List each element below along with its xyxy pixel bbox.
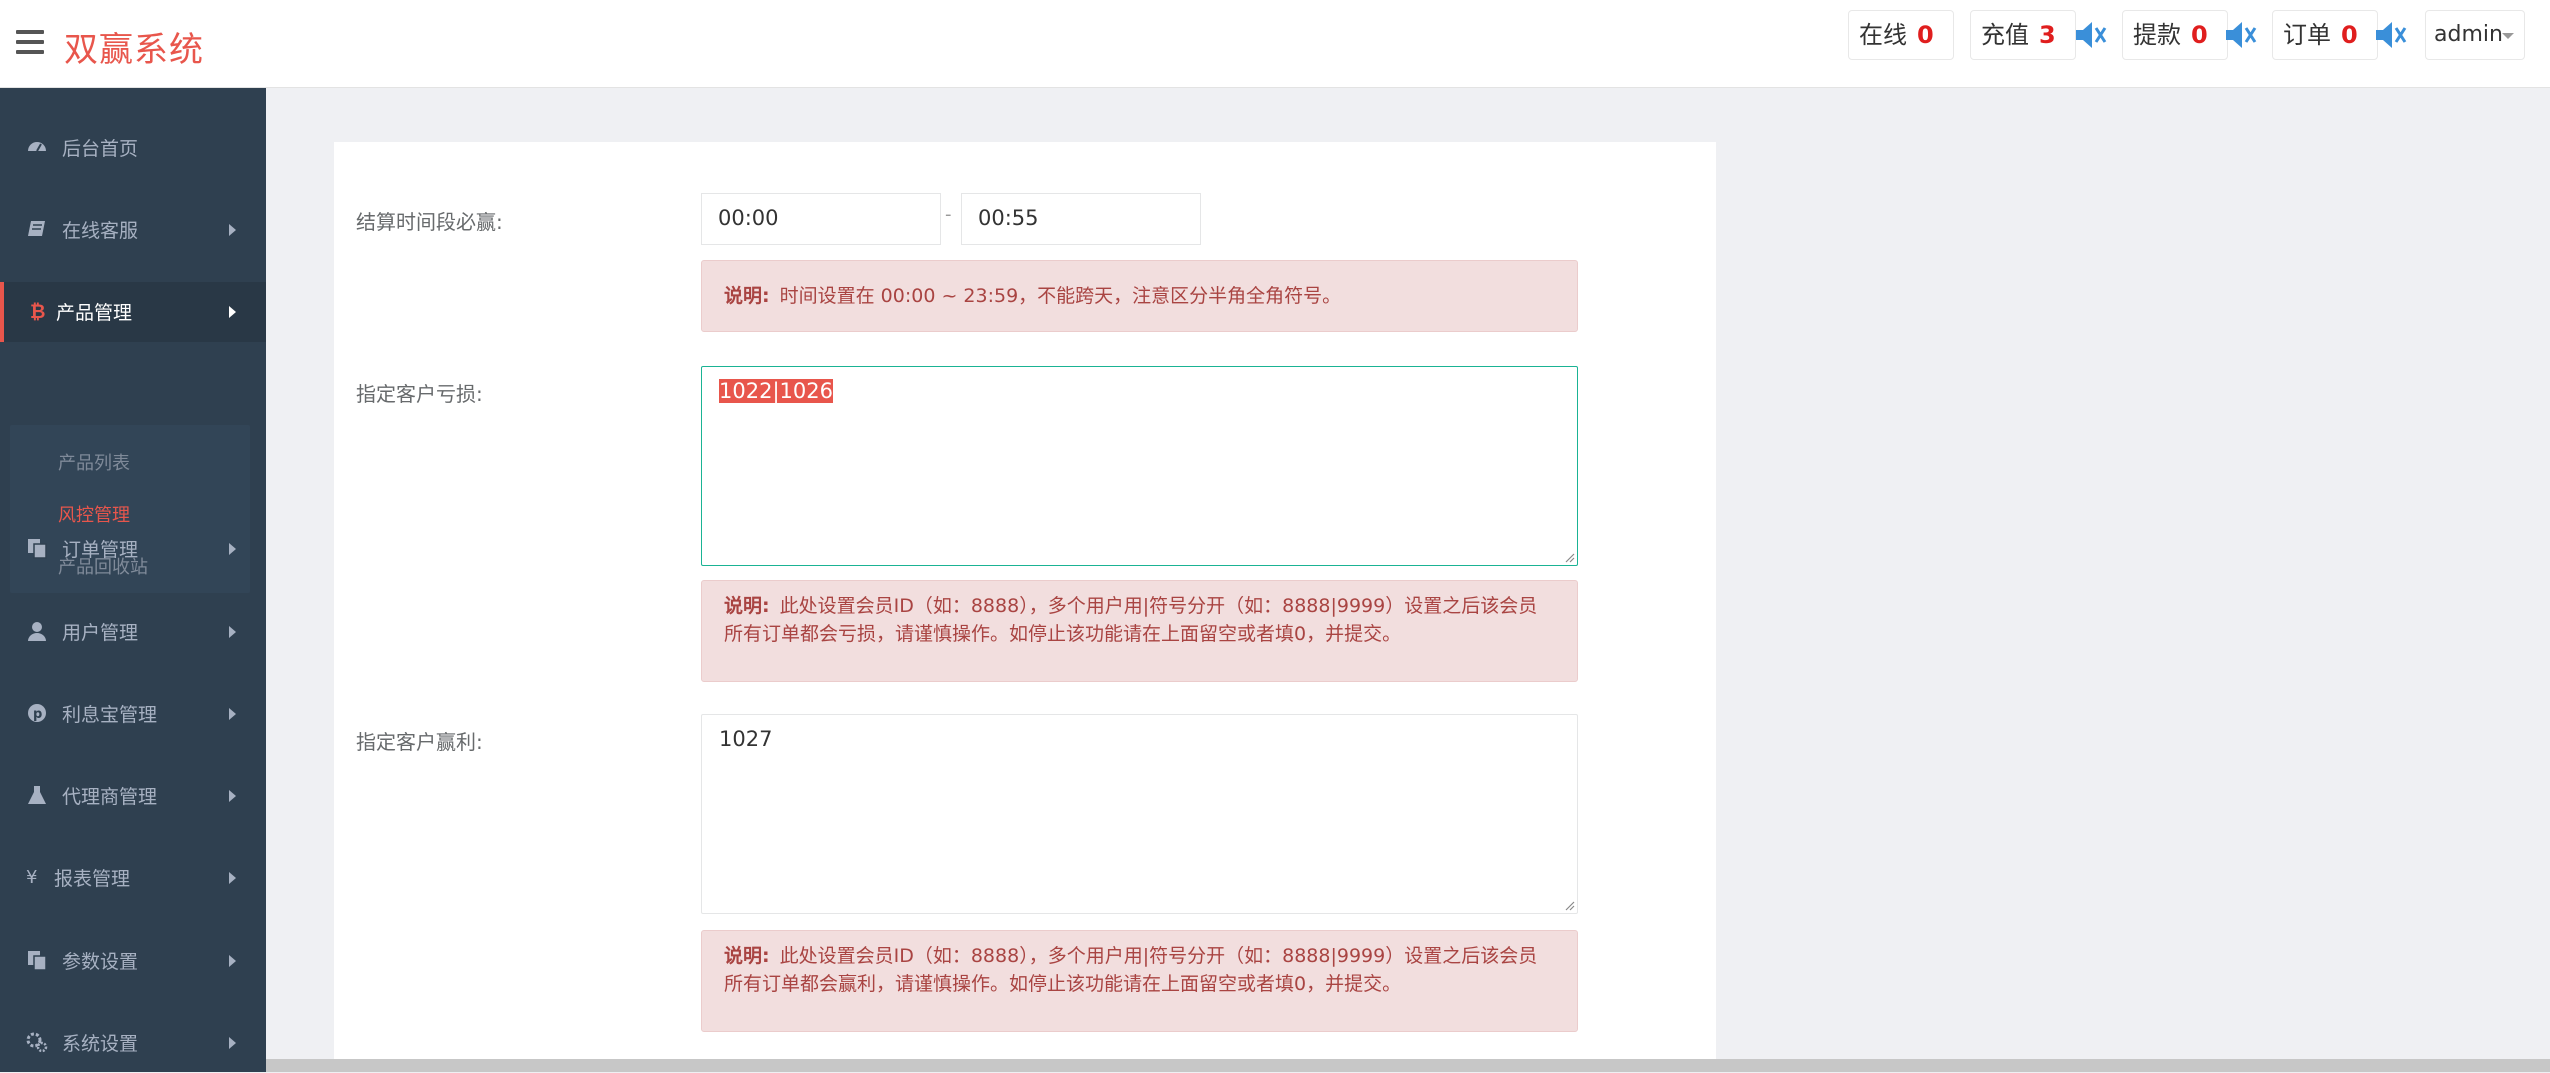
withdraw-count-badge[interactable]: 提款 0 [2122, 10, 2228, 60]
time-range-separator: - [945, 204, 952, 225]
username: admin [2434, 22, 2503, 47]
svg-text:p: p [33, 707, 42, 722]
svg-text:¥: ¥ [26, 867, 37, 888]
svg-text:₿: ₿ [30, 301, 45, 322]
sidebar-item-agents[interactable]: 代理商管理 [0, 766, 266, 826]
brand-logo-text[interactable]: 双赢系统 [64, 22, 204, 71]
note-text: 时间设置在 00:00 ~ 23:59，不能跨天，注意区分半角全角符号。 [779, 285, 1342, 307]
time-note-alert: 说明: 时间设置在 00:00 ~ 23:59，不能跨天，注意区分半角全角符号。 [701, 260, 1578, 332]
chevron-right-icon [229, 955, 236, 967]
chevron-right-icon [229, 543, 236, 555]
dashboard-icon [28, 142, 46, 152]
sidebar-item-online-service[interactable]: 在线客服 [0, 200, 266, 260]
copy-icon [28, 951, 47, 971]
top-navbar: 双赢系统 在线 0 充值 3 提款 0 订单 0 admin [0, 0, 2550, 88]
book-icon [28, 221, 45, 236]
loss-note-alert: 说明: 此处设置会员ID（如：8888），多个用户用|符号分开（如：8888|99… [701, 580, 1578, 682]
sidebar-item-reports[interactable]: ¥ 报表管理 [0, 848, 266, 908]
online-count-badge[interactable]: 在线 0 [1848, 10, 1954, 60]
sidebar-item-parameters[interactable]: 参数设置 [0, 931, 266, 991]
chevron-right-icon [229, 306, 236, 318]
note-title: 说明: [724, 285, 770, 307]
resize-grip-icon[interactable] [1563, 551, 1575, 563]
hamburger-menu-icon[interactable] [16, 30, 44, 54]
sidebar-item-label: 利息宝管理 [62, 704, 158, 726]
sidebar-item-label: 报表管理 [54, 868, 131, 890]
bitcoin-icon: ₿ [30, 301, 45, 322]
withdraw-label: 提款 [2133, 21, 2181, 49]
sidebar-item-system-settings[interactable]: 系统设置 [0, 1013, 266, 1073]
sidebar-item-orders[interactable]: 订单管理 [0, 519, 266, 579]
resize-grip-icon[interactable] [1563, 899, 1575, 911]
sidebar-item-label: 在线客服 [62, 220, 139, 242]
sidebar-item-dashboard[interactable]: 后台首页 [0, 118, 266, 178]
user-icon [28, 622, 46, 641]
sidebar-item-label: 参数设置 [62, 951, 139, 973]
chevron-down-icon [2502, 33, 2514, 39]
speaker-mute-icon[interactable] [2074, 20, 2108, 50]
copy-icon [28, 539, 47, 559]
chevron-right-icon [229, 790, 236, 802]
withdraw-value: 0 [2191, 21, 2208, 49]
chevron-right-icon [229, 872, 236, 884]
recharge-count-badge[interactable]: 充值 3 [1970, 10, 2076, 60]
speaker-mute-icon[interactable] [2224, 20, 2258, 50]
submenu-item-product-list[interactable]: 产品列表 [58, 449, 130, 475]
order-value: 0 [2341, 21, 2358, 49]
chevron-right-icon [229, 626, 236, 638]
recharge-value: 3 [2039, 21, 2056, 49]
flask-icon [28, 786, 46, 804]
horizontal-scrollbar[interactable] [266, 1059, 2550, 1072]
settlement-time-label: 结算时间段必赢: [356, 210, 503, 234]
loss-customer-label: 指定客户亏损: [356, 382, 483, 406]
sidebar: 后台首页 在线客服 ₿ 产品管理 产品列表 风控管理 产品回收站 订单管理 用户… [0, 88, 266, 1072]
win-customer-textarea[interactable]: 1027 [701, 714, 1578, 914]
chevron-right-icon [229, 224, 236, 236]
win-customer-label: 指定客户赢利: [356, 730, 483, 754]
speaker-mute-icon[interactable] [2374, 20, 2408, 50]
sidebar-item-label: 用户管理 [62, 622, 139, 644]
note-text: 此处设置会员ID（如：8888），多个用户用|符号分开（如：8888|9999）… [724, 595, 1538, 645]
sidebar-item-interest-treasure[interactable]: p 利息宝管理 [0, 684, 266, 744]
online-label: 在线 [1859, 21, 1907, 49]
note-text: 此处设置会员ID（如：8888），多个用户用|符号分开（如：8888|9999）… [724, 945, 1538, 995]
win-note-alert: 说明: 此处设置会员ID（如：8888），多个用户用|符号分开（如：8888|99… [701, 930, 1578, 1032]
gears-icon [26, 1032, 48, 1053]
order-label: 订单 [2283, 21, 2331, 49]
sidebar-item-label: 产品管理 [56, 302, 133, 324]
sidebar-item-label: 系统设置 [62, 1033, 139, 1055]
loss-customer-textarea[interactable]: 1022|1026 [701, 366, 1578, 566]
recharge-label: 充值 [1981, 21, 2029, 49]
win-customer-value: 1027 [719, 727, 773, 751]
yen-icon: ¥ [26, 867, 37, 888]
loss-customer-value: 1022|1026 [719, 379, 833, 403]
sidebar-item-label: 代理商管理 [62, 786, 158, 808]
time-start-input[interactable]: 00:00 [701, 193, 941, 245]
chevron-right-icon [229, 1037, 236, 1049]
order-count-badge[interactable]: 订单 0 [2272, 10, 2378, 60]
time-end-input[interactable]: 00:55 [961, 193, 1201, 245]
sidebar-item-products[interactable]: ₿ 产品管理 [0, 282, 266, 342]
pinterest-icon: p [28, 704, 46, 722]
note-title: 说明: [724, 595, 770, 617]
chevron-right-icon [229, 708, 236, 720]
sidebar-item-users[interactable]: 用户管理 [0, 602, 266, 662]
sidebar-item-label: 后台首页 [62, 138, 139, 160]
sidebar-item-label: 订单管理 [62, 539, 139, 561]
online-value: 0 [1917, 21, 1934, 49]
note-title: 说明: [724, 945, 770, 967]
user-dropdown[interactable]: admin [2425, 10, 2525, 60]
